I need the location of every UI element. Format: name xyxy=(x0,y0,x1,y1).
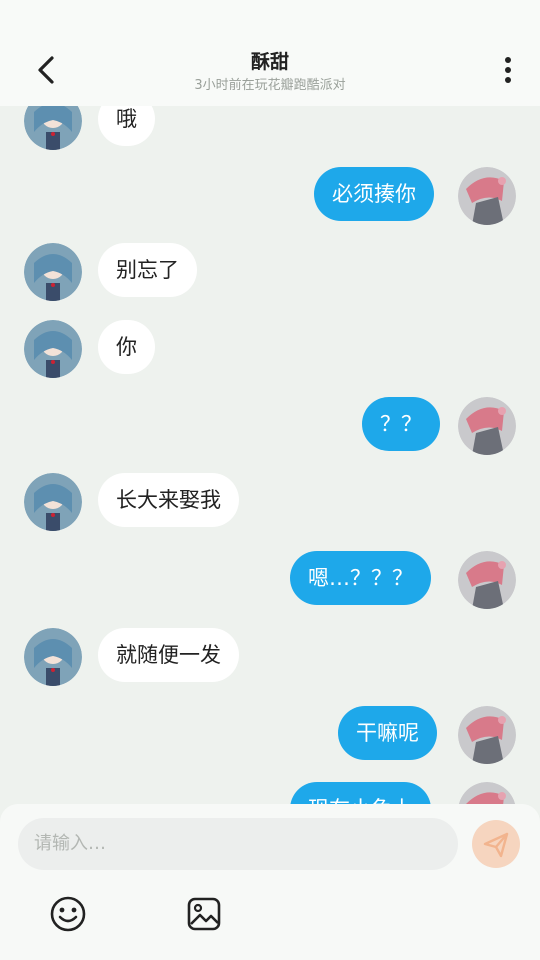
more-vertical-icon xyxy=(505,57,511,83)
message-bubble-incoming[interactable]: 别忘了 xyxy=(98,243,197,297)
send-icon xyxy=(483,832,509,858)
image-button[interactable] xyxy=(184,894,224,934)
message-bubble-outgoing[interactable]: 干嘛呢 xyxy=(338,706,437,760)
contact-avatar[interactable] xyxy=(24,243,82,301)
message-bubble-incoming[interactable]: 就随便一发 xyxy=(98,628,239,682)
message-bubble-outgoing[interactable]: ？？ xyxy=(362,397,440,451)
contact-status: 3小时前在玩花瓣跑酷派对 xyxy=(194,78,346,93)
composer-panel: 请输入… xyxy=(0,804,540,960)
user-avatar[interactable] xyxy=(458,551,516,609)
contact-avatar[interactable] xyxy=(24,473,82,531)
chat-screen: 哦 必须揍你 别忘了 你 ？？ 长大来娶我 嗯…？？？ 就随便一发 干嘛呢 酥甜… xyxy=(0,0,540,960)
message-bubble-outgoing[interactable]: 嗯…？？？ xyxy=(290,551,431,605)
contact-avatar[interactable] xyxy=(24,628,82,686)
message-bubble-incoming[interactable]: 你 xyxy=(98,320,155,374)
user-avatar[interactable] xyxy=(458,397,516,455)
emoji-button[interactable] xyxy=(48,894,88,934)
image-icon xyxy=(187,897,221,931)
user-avatar[interactable] xyxy=(458,706,516,764)
message-input[interactable]: 请输入… xyxy=(18,818,458,870)
emoji-icon xyxy=(50,896,86,932)
message-bubble-outgoing[interactable]: 必须揍你 xyxy=(314,167,434,221)
user-avatar[interactable] xyxy=(458,167,516,225)
more-options-button[interactable] xyxy=(496,50,520,90)
contact-name: 酥甜 xyxy=(250,51,289,73)
chat-header: 酥甜 3小时前在玩花瓣跑酷派对 xyxy=(0,0,540,106)
message-bubble-incoming[interactable]: 长大来娶我 xyxy=(98,473,239,527)
contact-avatar[interactable] xyxy=(24,320,82,378)
send-button[interactable] xyxy=(472,820,520,868)
